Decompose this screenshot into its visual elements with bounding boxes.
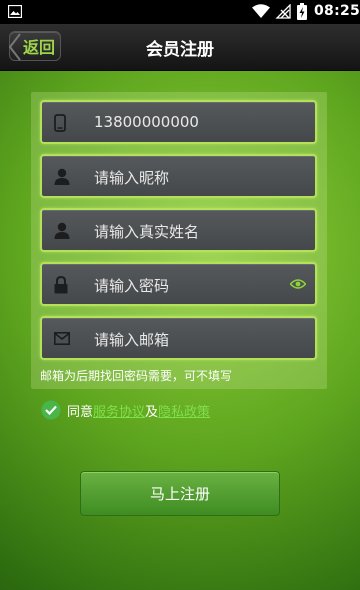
agree-checkbox-check-icon[interactable] <box>41 400 61 420</box>
realname-field[interactable]: 请输入真实姓名 <box>40 208 317 252</box>
register-submit-label: 马上注册 <box>149 485 210 503</box>
realname-placeholder: 请输入真实姓名 <box>94 223 200 241</box>
wifi-icon <box>252 4 270 18</box>
title-bar: 返回 会员注册 <box>0 24 360 71</box>
nickname-placeholder: 请输入昵称 <box>94 169 170 187</box>
show-password-eye-icon[interactable] <box>290 278 306 290</box>
status-bar: 08:25 <box>0 0 360 24</box>
agreement-row: 同意 服务协议 及 隐私政策 <box>41 400 210 420</box>
email-placeholder: 请输入邮箱 <box>94 331 170 349</box>
privacy-policy-link[interactable]: 隐私政策 <box>158 401 210 420</box>
image-notification-icon <box>8 5 22 18</box>
page-title: 会员注册 <box>146 40 214 60</box>
phone-field[interactable]: 13800000000 <box>40 100 317 144</box>
user-icon <box>54 222 70 239</box>
lock-icon <box>54 276 68 294</box>
agree-prefix-text: 同意 <box>67 404 94 420</box>
agree-and-text: 及 <box>145 404 159 420</box>
phone-icon <box>54 114 66 132</box>
registration-form: 13800000000 请输入昵称 请输入真实姓名 请输入密码 请输入邮箱 <box>31 92 327 389</box>
email-field[interactable]: 请输入邮箱 <box>40 316 317 360</box>
phone-input-value: 13800000000 <box>94 113 199 131</box>
password-field[interactable]: 请输入密码 <box>40 262 317 306</box>
mail-icon <box>54 332 70 345</box>
user-icon <box>54 168 70 185</box>
signal-icon <box>275 4 291 19</box>
service-agreement-link[interactable]: 服务协议 <box>93 401 145 420</box>
password-placeholder: 请输入密码 <box>94 277 170 295</box>
register-submit-button[interactable]: 马上注册 <box>80 471 280 516</box>
nickname-field[interactable]: 请输入昵称 <box>40 154 317 198</box>
clock: 08:25 <box>314 3 360 19</box>
battery-charging-icon <box>297 3 307 20</box>
email-hint-text: 邮箱为后期找回密码需要，可不填写 <box>40 369 233 383</box>
